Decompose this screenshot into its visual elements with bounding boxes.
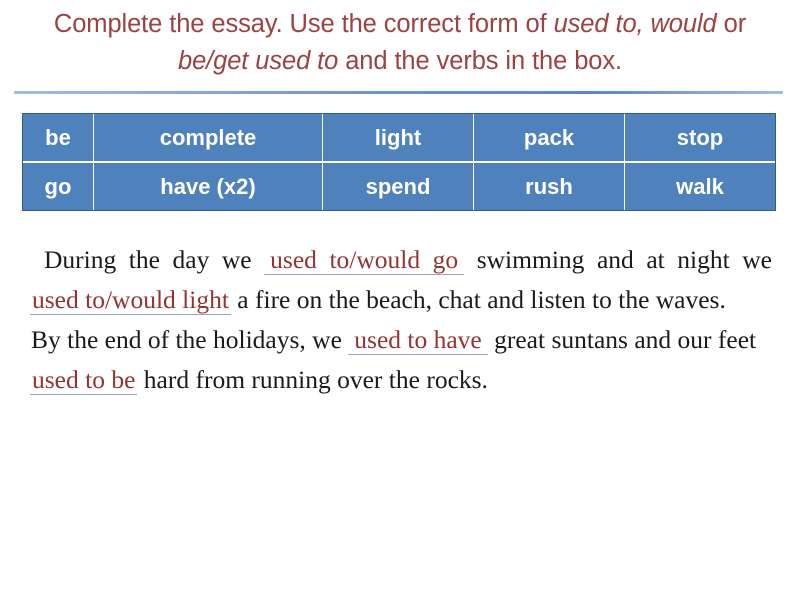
essay-answer-blank-4[interactable]: used to be — [30, 365, 138, 395]
essay-text-p1-s2: swimming and at night we — [464, 245, 772, 274]
table-row: be complete light pack stop — [23, 114, 775, 163]
essay-answer-blank-2[interactable]: used to/would light — [30, 285, 231, 315]
verb-cell-complete[interactable]: complete — [94, 114, 323, 161]
verb-box-table: be complete light pack stop go have (x2)… — [22, 113, 776, 211]
page-title: Complete the essay. Use the correct form… — [18, 6, 782, 80]
essay-text-p1-s1: During the day we — [44, 245, 265, 274]
page-title-text-1: Complete the essay. Use the correct form… — [53, 10, 554, 38]
essay-paragraph-2: By the end of the holidays, we used to h… — [30, 320, 772, 400]
essay-answer-blank-1[interactable]: used to/would go — [264, 245, 465, 275]
essay-answer-blank-3[interactable]: used to have — [348, 325, 488, 355]
verb-cell-spend[interactable]: spend — [323, 163, 474, 210]
verb-cell-rush[interactable]: rush — [474, 163, 625, 210]
essay-text-p2-s2: great suntans and our feet — [487, 325, 757, 354]
verb-cell-go[interactable]: go — [23, 163, 94, 210]
verb-cell-stop[interactable]: stop — [625, 114, 775, 161]
verb-cell-pack[interactable]: pack — [474, 114, 625, 161]
verb-cell-light[interactable]: light — [323, 114, 474, 161]
verb-cell-be[interactable]: be — [23, 114, 94, 161]
essay-paragraph-1: During the day we used to/would go swimm… — [30, 240, 772, 320]
essay-text-p2-s3: hard from running over the rocks. — [137, 365, 488, 394]
essay-text-p1-s3: a fire on the beach, chat and listen to … — [230, 285, 726, 314]
page-title-text-3: and the verbs in the box. — [338, 47, 622, 75]
page-title-text-2: or — [716, 10, 747, 38]
essay-text-p2-s1: By the end of the holidays, we — [31, 325, 349, 354]
verb-cell-have[interactable]: have (x2) — [94, 163, 323, 210]
verb-cell-walk[interactable]: walk — [625, 163, 775, 210]
essay-body: During the day we used to/would go swimm… — [30, 240, 772, 400]
table-row: go have (x2) spend rush walk — [23, 163, 775, 210]
page-title-emphasis-be-get-used-to: be/get used to — [178, 47, 339, 75]
page-title-emphasis-used-to-would: used to, would — [553, 10, 717, 38]
title-divider-rule — [14, 91, 783, 94]
